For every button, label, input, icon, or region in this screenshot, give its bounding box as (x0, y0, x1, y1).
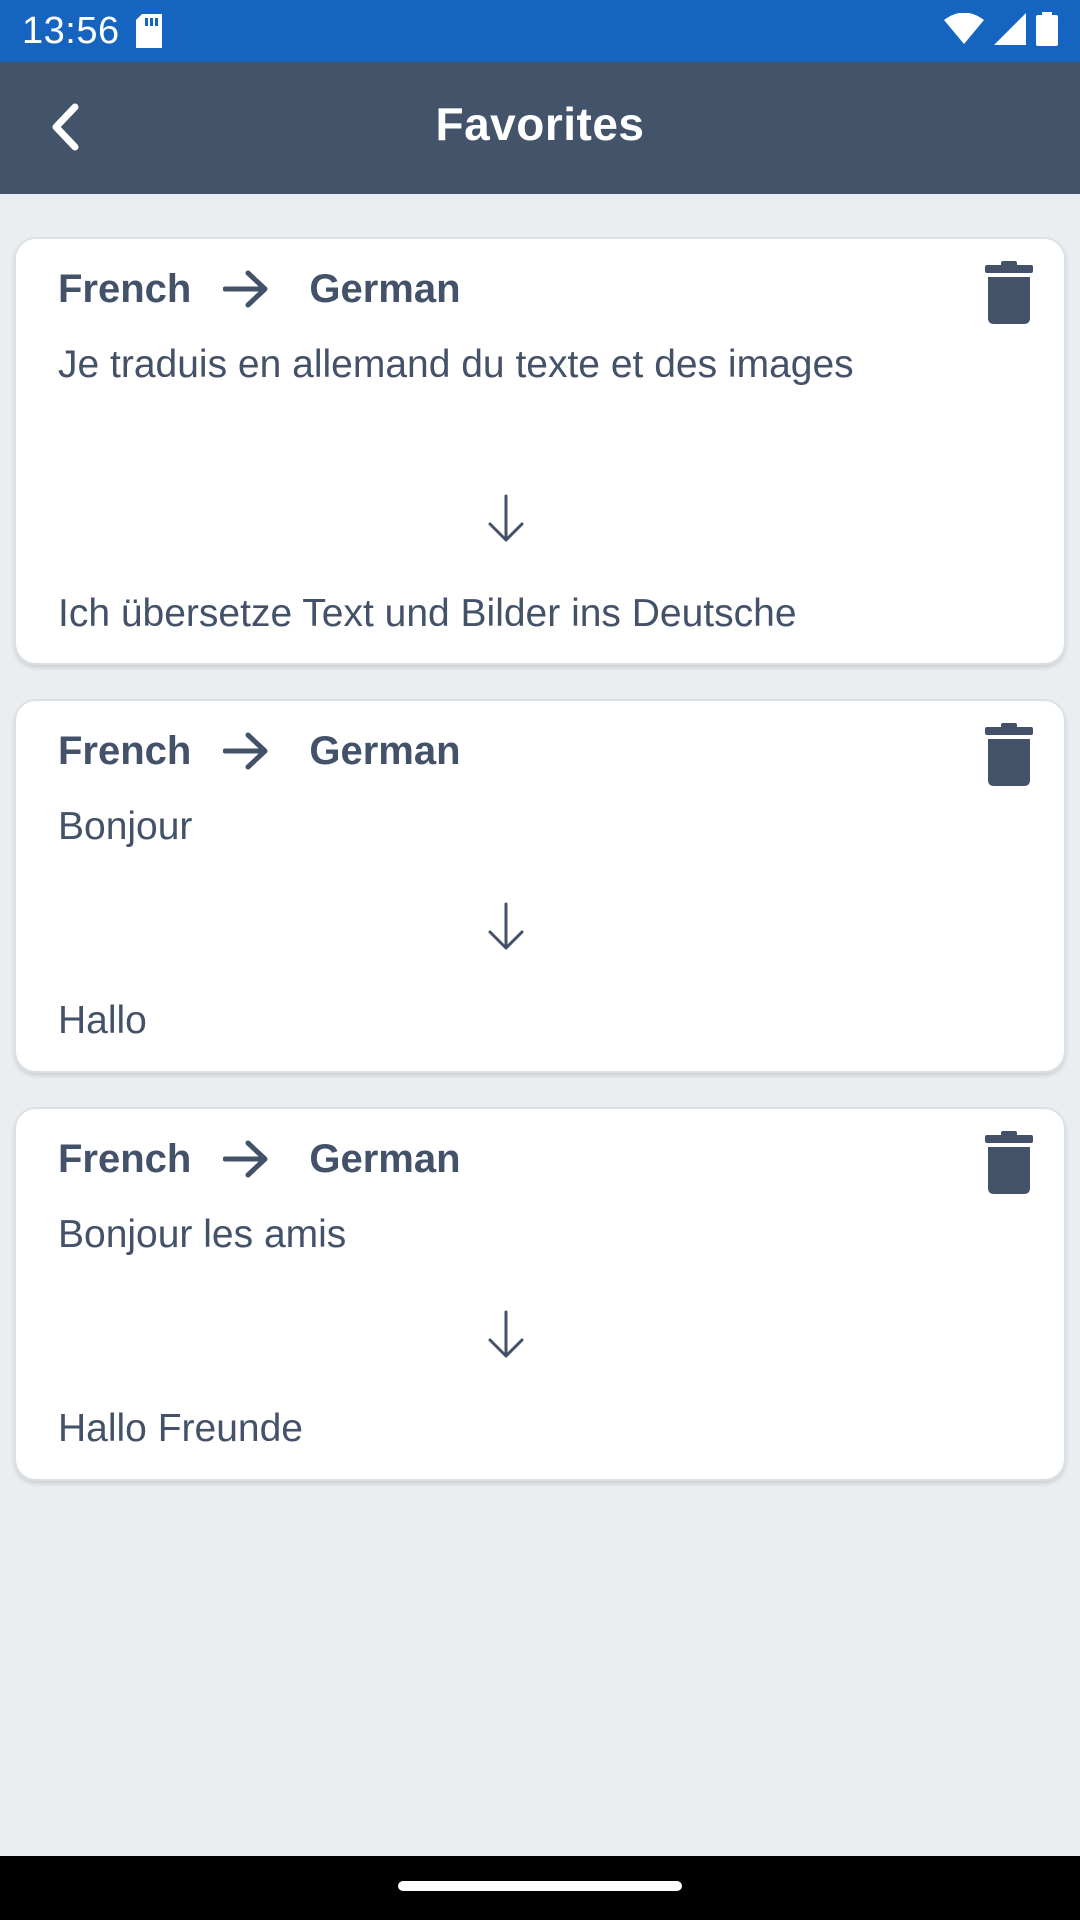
source-text: Je traduis en allemand du texte et des i… (58, 343, 854, 386)
target-language: German (309, 728, 461, 773)
battery-icon (1036, 11, 1058, 51)
language-pair: French German (58, 723, 461, 779)
status-bar: 13:56 (0, 0, 1080, 62)
source-text: Bonjour (58, 805, 193, 848)
delete-button[interactable] (984, 260, 1034, 330)
app-bar: Favorites (0, 62, 1080, 194)
signal-icon (994, 12, 1026, 50)
delete-button[interactable] (984, 722, 1034, 792)
arrow-down-icon (476, 1305, 536, 1365)
favorite-card[interactable]: French German Je traduis en allemand du … (14, 237, 1066, 665)
source-language: French (58, 266, 192, 311)
sd-card-icon (135, 14, 162, 48)
language-pair: French German (58, 261, 461, 317)
arrow-down-icon (476, 489, 536, 549)
trash-icon (985, 1130, 1033, 1200)
status-time: 13:56 (22, 9, 120, 52)
target-text: Ich übersetze Text und Bilder ins Deutsc… (58, 592, 797, 635)
delete-button[interactable] (984, 1130, 1034, 1200)
source-language: French (58, 1136, 192, 1181)
target-text: Hallo Freunde (58, 1407, 303, 1450)
arrow-right-icon (223, 1139, 269, 1179)
arrow-right-icon (223, 269, 269, 309)
favorites-list: French German Je traduis en allemand du … (14, 237, 1066, 1515)
arrow-down-icon (476, 897, 536, 957)
home-handle[interactable] (398, 1881, 682, 1891)
page-title: Favorites (435, 98, 645, 150)
wifi-icon (944, 12, 984, 50)
status-icons (944, 11, 1058, 51)
target-text: Hallo (58, 999, 147, 1042)
source-language: French (58, 728, 192, 773)
arrow-right-icon (223, 731, 269, 771)
target-language: German (309, 266, 461, 311)
source-text: Bonjour les amis (58, 1213, 347, 1256)
language-pair: French German (58, 1131, 461, 1187)
favorite-card[interactable]: French German Bonjour Hallo (14, 699, 1066, 1073)
target-language: German (309, 1136, 461, 1181)
navigation-bar (0, 1856, 1080, 1920)
trash-icon (985, 722, 1033, 792)
favorite-card[interactable]: French German Bonjour les amis Hallo Fre… (14, 1107, 1066, 1481)
trash-icon (985, 260, 1033, 330)
